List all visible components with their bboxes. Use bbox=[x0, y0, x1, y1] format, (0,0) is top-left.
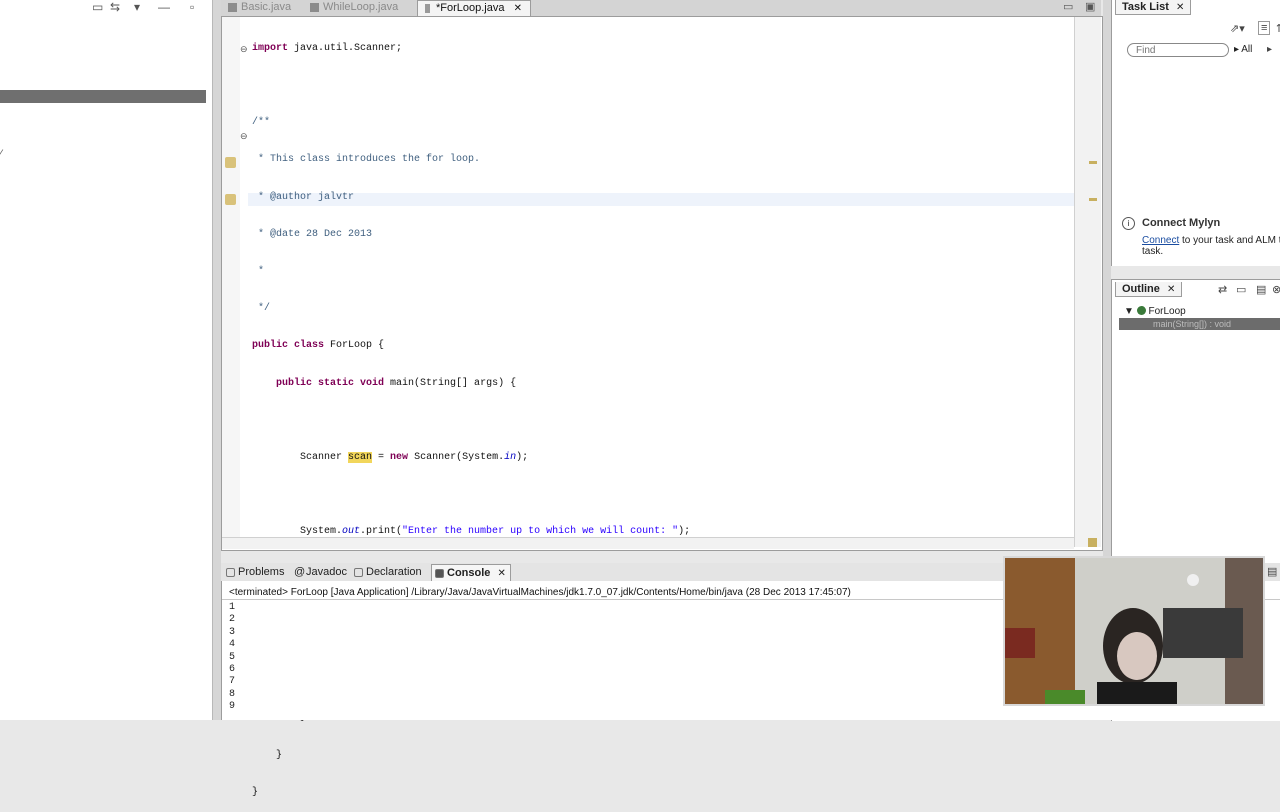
new-task-icon[interactable]: ⇗▾ bbox=[1230, 22, 1245, 35]
tab-whileloop-java[interactable]: WhileLoop.java bbox=[305, 0, 406, 15]
expand-icon[interactable]: ▼ bbox=[1124, 306, 1134, 317]
code-line: public static void main(String[] args) { bbox=[276, 377, 517, 389]
tree-item-marker-icon: ⁄ bbox=[0, 148, 2, 160]
console-output-line: 9 bbox=[229, 701, 236, 713]
mylyn-title: Connect Mylyn bbox=[1142, 217, 1221, 229]
console-icon bbox=[435, 569, 444, 578]
collapse-all-icon[interactable]: ▭ bbox=[1236, 283, 1246, 296]
tab-forloop-java[interactable]: *ForLoop.java ✕ bbox=[417, 0, 531, 16]
maximize-icon[interactable]: ▫ bbox=[190, 0, 194, 14]
editor-overview-ruler[interactable] bbox=[1074, 17, 1101, 547]
package-explorer-panel: ▭ ⇆ ▾ — ▫ ⁄ bbox=[0, 0, 212, 720]
view-menu-icon[interactable]: ▾ bbox=[134, 0, 140, 14]
code-line: * @date 28 Dec 2013 bbox=[252, 228, 373, 240]
console-output-line: 1 bbox=[229, 602, 236, 613]
fold-toggle-icon[interactable]: ⊖ bbox=[240, 131, 249, 141]
javadoc-icon: @ bbox=[294, 566, 306, 578]
filter-icon[interactable]: ⊗ bbox=[1272, 283, 1280, 296]
tab-javadoc[interactable]: @ Javadoc bbox=[291, 564, 351, 581]
console-status-line: <terminated> ForLoop [Java Application] … bbox=[229, 587, 851, 598]
editor-horizontal-scrollbar[interactable] bbox=[222, 537, 1074, 549]
class-icon bbox=[1136, 306, 1146, 315]
java-file-icon bbox=[425, 4, 430, 13]
left-sash[interactable] bbox=[212, 0, 221, 720]
code-line: Scanner scan = new Scanner(System.in); bbox=[252, 452, 529, 464]
hide-fields-icon[interactable]: ▤ bbox=[1256, 283, 1266, 296]
tab-outline[interactable]: Outline ✕ bbox=[1115, 282, 1183, 297]
code-line: * This class introduces the for loop. bbox=[252, 154, 481, 166]
tab-basic-java[interactable]: Basic.java bbox=[223, 0, 299, 15]
java-file-icon bbox=[228, 3, 237, 12]
outline-class-node[interactable]: ▼ ForLoop bbox=[1124, 306, 1186, 317]
warning-marker-icon[interactable] bbox=[225, 194, 236, 205]
overview-warning-mark[interactable] bbox=[1089, 198, 1097, 201]
overview-status-icon bbox=[1088, 538, 1097, 547]
console-output-line: 2 bbox=[229, 614, 236, 626]
outline-method-node[interactable]: main(String[]) : void bbox=[1119, 318, 1280, 330]
declaration-icon bbox=[354, 568, 363, 577]
code-line: } bbox=[252, 786, 259, 798]
editor-tab-bar: Basic.java WhileLoop.java *ForLoop.java … bbox=[221, 0, 1101, 17]
mylyn-description-2: task. bbox=[1142, 246, 1164, 257]
find-task-input[interactable] bbox=[1127, 43, 1229, 57]
tab-problems[interactable]: Problems bbox=[223, 564, 288, 581]
code-line: public class ForLoop { bbox=[252, 340, 385, 352]
editor-ruler bbox=[222, 17, 240, 547]
view-menu-icon[interactable]: ⇅ bbox=[1276, 22, 1280, 35]
code-line: } bbox=[252, 749, 283, 761]
scroll-right-icon[interactable]: ▸ bbox=[1267, 44, 1272, 55]
connect-link[interactable]: Connect bbox=[1142, 235, 1179, 246]
overview-warning-mark[interactable] bbox=[1089, 161, 1097, 164]
code-line: import java.util.Scanner; bbox=[252, 42, 403, 54]
tab-declaration[interactable]: Declaration bbox=[351, 564, 426, 581]
info-icon: i bbox=[1122, 217, 1135, 230]
maximize-editor-icon[interactable]: ▣ bbox=[1085, 0, 1095, 13]
close-view-icon[interactable]: ✕ bbox=[1176, 2, 1184, 13]
close-tab-icon[interactable]: ✕ bbox=[514, 3, 522, 14]
connect-mylyn-box: i Connect Mylyn Connect to your task and… bbox=[1118, 214, 1280, 264]
webcam-image bbox=[1005, 558, 1263, 704]
problems-icon bbox=[226, 568, 235, 577]
collapse-all-icon[interactable]: ▭ bbox=[92, 0, 103, 14]
link-editor-icon[interactable]: ⇆ bbox=[110, 0, 120, 14]
sort-icon[interactable]: ⇄ bbox=[1218, 283, 1227, 296]
close-view-icon[interactable]: ✕ bbox=[497, 568, 505, 579]
mylyn-description: Connect to your task and ALM t bbox=[1142, 235, 1280, 246]
view-menu-icon[interactable]: ▤ bbox=[1267, 565, 1277, 578]
console-output-line: 4 bbox=[229, 639, 236, 651]
webcam-overlay bbox=[1003, 556, 1265, 706]
close-view-icon[interactable]: ✕ bbox=[1167, 284, 1175, 295]
console-output-line: 5 bbox=[229, 651, 236, 663]
minimize-icon[interactable]: — bbox=[158, 0, 170, 14]
tab-task-list[interactable]: Task List ✕ bbox=[1115, 0, 1192, 15]
code-line: */ bbox=[252, 303, 271, 315]
console-output-line: 7 bbox=[229, 676, 236, 688]
task-list-panel: Task List ✕ ⇗▾ ≡ ⇅ ▸ All ▸ i Connect Myl… bbox=[1111, 0, 1280, 266]
tab-console[interactable]: Console ✕ bbox=[431, 564, 511, 582]
java-file-icon bbox=[310, 3, 319, 12]
minimize-editor-icon[interactable]: ▭ bbox=[1063, 0, 1073, 13]
console-output-line: 8 bbox=[229, 688, 236, 700]
code-line: /** bbox=[252, 117, 271, 129]
console-output: 123456789 bbox=[229, 602, 235, 714]
selected-tree-item[interactable] bbox=[0, 90, 206, 103]
console-output-line: 6 bbox=[229, 664, 236, 676]
code-line: * bbox=[252, 266, 265, 278]
all-filter-link[interactable]: ▸ All bbox=[1234, 44, 1252, 55]
fold-toggle-icon[interactable]: ⊖ bbox=[240, 44, 249, 54]
code-line: * @author jalvtr bbox=[252, 191, 355, 203]
warning-marker-icon[interactable] bbox=[225, 157, 236, 168]
categorized-view-icon[interactable]: ≡ bbox=[1258, 21, 1271, 35]
console-output-line: 3 bbox=[229, 626, 236, 638]
